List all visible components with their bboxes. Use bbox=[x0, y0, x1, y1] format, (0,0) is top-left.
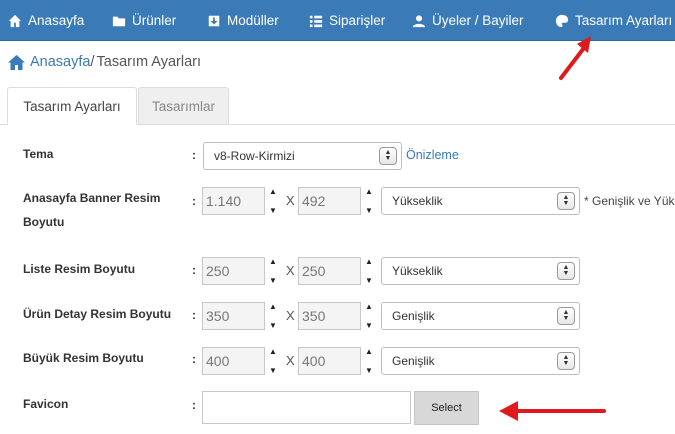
onizleme-link[interactable]: Önizleme bbox=[406, 148, 459, 162]
buyuk-width-stepper[interactable]: ▲ ▼ bbox=[269, 347, 277, 375]
urun-detay-height-input[interactable]: 350 bbox=[298, 302, 361, 330]
x-sign: X bbox=[286, 263, 295, 278]
spin-up-icon[interactable]: ▲ bbox=[365, 257, 373, 266]
urun-detay-height-stepper[interactable]: ▲ ▼ bbox=[365, 302, 373, 330]
tema-label: Tema bbox=[23, 147, 54, 161]
breadcrumb-current: Tasarım Ayarları bbox=[96, 54, 202, 70]
spin-down-icon[interactable]: ▼ bbox=[365, 206, 373, 215]
home-icon[interactable] bbox=[8, 54, 25, 70]
liste-mode-value: Yükseklik bbox=[392, 264, 443, 278]
palette-icon bbox=[555, 14, 569, 28]
x-sign: X bbox=[286, 193, 295, 208]
select-arrows-icon: ▲ ▼ bbox=[379, 147, 397, 165]
nav-item-label: Anasayfa bbox=[28, 13, 85, 28]
annotation-arrow-icon bbox=[499, 401, 606, 421]
favicon-label: Favicon bbox=[23, 397, 69, 411]
colon: : bbox=[192, 352, 196, 366]
urun-detay-width-input[interactable]: 350 bbox=[202, 302, 265, 330]
spin-down-icon[interactable]: ▼ bbox=[269, 206, 277, 215]
select-arrows-icon: ▲ ▼ bbox=[557, 307, 575, 325]
colon: : bbox=[192, 398, 196, 412]
nav-item-label: Ürünler bbox=[132, 13, 177, 28]
breadcrumb: Anasayfa / Tasarım Ayarları bbox=[8, 52, 201, 72]
nav-item-label: Siparişler bbox=[329, 13, 386, 28]
spin-up-icon[interactable]: ▲ bbox=[365, 302, 373, 311]
banner-label: Anasayfa Banner Resim Boyutu bbox=[23, 186, 160, 234]
tab-tasarimlar[interactable]: Tasarımlar bbox=[138, 87, 229, 125]
liste-width-stepper[interactable]: ▲ ▼ bbox=[269, 257, 277, 285]
spin-down-icon[interactable]: ▼ bbox=[269, 276, 277, 285]
banner-height-stepper[interactable]: ▲ ▼ bbox=[365, 187, 373, 215]
buyuk-label: Büyük Resim Boyutu bbox=[23, 351, 144, 365]
banner-note: * Genişlik ve Yük bbox=[584, 194, 675, 208]
folder-icon bbox=[112, 14, 126, 28]
spin-up-icon[interactable]: ▲ bbox=[365, 187, 373, 196]
liste-height-input[interactable]: 250 bbox=[298, 257, 361, 285]
nav-item-uyeler-bayiler[interactable]: Üyeler / Bayiler bbox=[412, 0, 524, 41]
spin-down-icon[interactable]: ▼ bbox=[269, 366, 277, 375]
banner-height-input[interactable]: 492 bbox=[298, 187, 361, 215]
banner-mode-select[interactable]: Yükseklik ▲ ▼ bbox=[381, 187, 580, 215]
nav-item-label: Üyeler / Bayiler bbox=[432, 13, 524, 28]
colon: : bbox=[192, 148, 196, 162]
favicon-file-input[interactable] bbox=[202, 391, 411, 424]
liste-label: Liste Resim Boyutu bbox=[23, 262, 136, 276]
urun-detay-label: Ürün Detay Resim Boyutu bbox=[23, 307, 172, 321]
buyuk-height-stepper[interactable]: ▲ ▼ bbox=[365, 347, 373, 375]
user-icon bbox=[412, 14, 426, 28]
tab-tasarim-ayarlari[interactable]: Tasarım Ayarları bbox=[7, 87, 137, 125]
inbox-icon bbox=[207, 14, 221, 28]
annotation-arrow-icon bbox=[559, 36, 591, 80]
breadcrumb-home-link[interactable]: Anasayfa bbox=[30, 54, 90, 70]
colon: : bbox=[192, 308, 196, 322]
spin-up-icon[interactable]: ▲ bbox=[269, 187, 277, 196]
banner-width-input[interactable]: 1.140 bbox=[202, 187, 265, 215]
nav-item-label: Tasarım Ayarları bbox=[575, 13, 673, 28]
banner-width-stepper[interactable]: ▲ ▼ bbox=[269, 187, 277, 215]
spin-down-icon[interactable]: ▼ bbox=[365, 276, 373, 285]
select-arrows-icon: ▲ ▼ bbox=[557, 352, 575, 370]
spin-up-icon[interactable]: ▲ bbox=[269, 257, 277, 266]
urun-detay-mode-value: Genişlik bbox=[392, 309, 435, 323]
banner-label-line1: Anasayfa Banner Resim bbox=[23, 191, 161, 205]
favicon-select-button[interactable]: Select bbox=[414, 391, 479, 425]
breadcrumb-separator: / bbox=[90, 54, 95, 70]
colon: : bbox=[192, 263, 196, 277]
spin-up-icon[interactable]: ▲ bbox=[269, 302, 277, 311]
liste-mode-select[interactable]: Yükseklik ▲ ▼ bbox=[381, 257, 580, 285]
buyuk-height-input[interactable]: 400 bbox=[298, 347, 361, 375]
home-icon bbox=[8, 14, 22, 28]
nav-item-moduller[interactable]: Modüller bbox=[207, 0, 279, 41]
liste-height-stepper[interactable]: ▲ ▼ bbox=[365, 257, 373, 285]
list-icon bbox=[309, 14, 323, 28]
nav-item-siparisler[interactable]: Siparişler bbox=[309, 0, 385, 41]
spin-up-icon[interactable]: ▲ bbox=[269, 347, 277, 356]
spin-up-icon[interactable]: ▲ bbox=[365, 347, 373, 356]
spin-down-icon[interactable]: ▼ bbox=[269, 321, 277, 330]
urun-detay-mode-select[interactable]: Genişlik ▲ ▼ bbox=[381, 302, 580, 330]
buyuk-mode-value: Genişlik bbox=[392, 354, 435, 368]
buyuk-mode-select[interactable]: Genişlik ▲ ▼ bbox=[381, 347, 580, 375]
liste-width-input[interactable]: 250 bbox=[202, 257, 265, 285]
select-arrows-icon: ▲ ▼ bbox=[557, 192, 575, 210]
select-arrows-icon: ▲ ▼ bbox=[557, 262, 575, 280]
x-sign: X bbox=[286, 353, 295, 368]
nav-item-label: Modüller bbox=[227, 13, 279, 28]
x-sign: X bbox=[286, 308, 295, 323]
buyuk-width-input[interactable]: 400 bbox=[202, 347, 265, 375]
spin-down-icon[interactable]: ▼ bbox=[365, 366, 373, 375]
spin-down-icon[interactable]: ▼ bbox=[365, 321, 373, 330]
nav-item-urunler[interactable]: Ürünler bbox=[112, 0, 176, 41]
urun-detay-width-stepper[interactable]: ▲ ▼ bbox=[269, 302, 277, 330]
colon: : bbox=[192, 194, 196, 208]
nav-item-anasayfa[interactable]: Anasayfa bbox=[8, 0, 84, 41]
banner-label-line2: Boyutu bbox=[23, 215, 65, 229]
banner-mode-value: Yükseklik bbox=[392, 194, 443, 208]
tema-select-value: v8-Row-Kirmizi bbox=[214, 149, 295, 163]
tema-select[interactable]: v8-Row-Kirmizi ▲ ▼ bbox=[203, 142, 402, 170]
